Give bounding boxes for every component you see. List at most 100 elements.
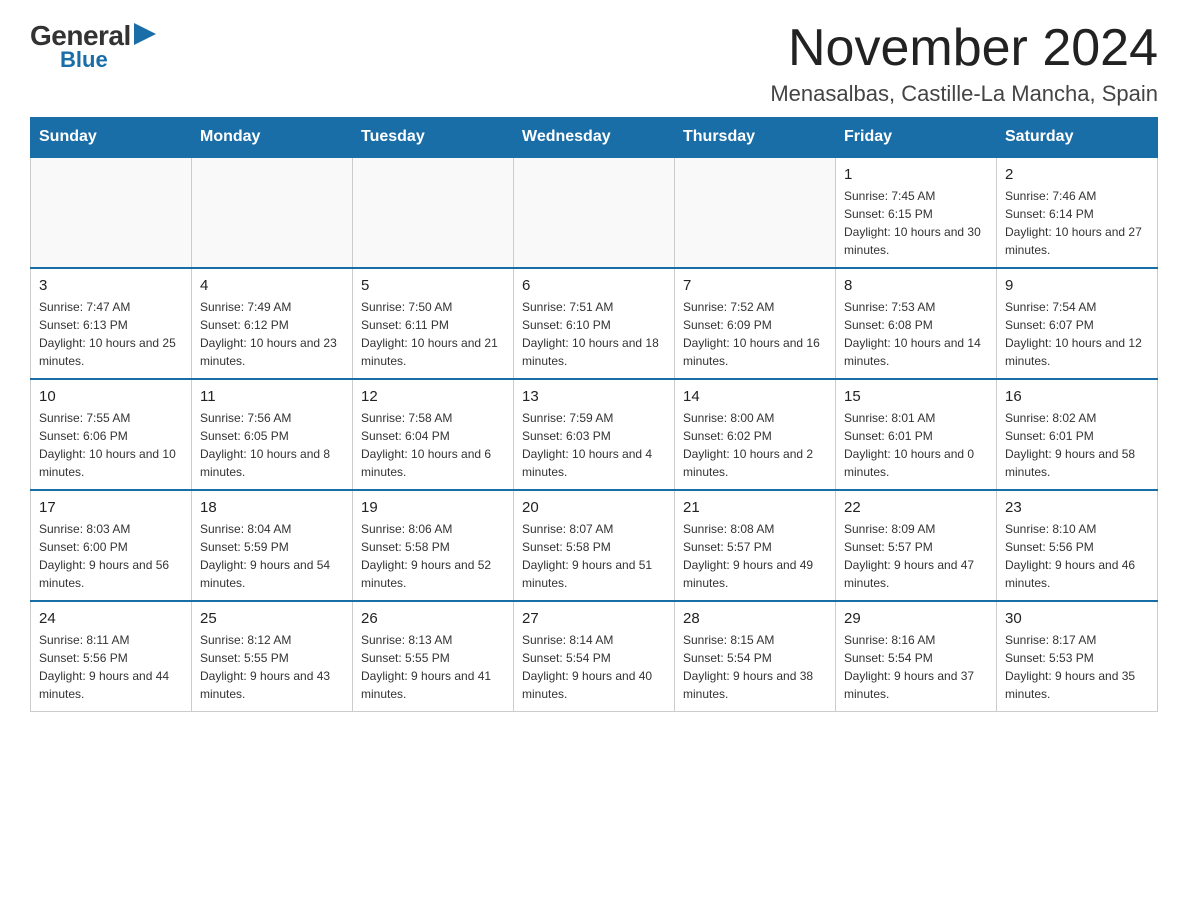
day-info: Sunrise: 8:08 AM Sunset: 5:57 PM Dayligh… [683, 520, 827, 592]
day-number: 11 [200, 388, 344, 405]
day-number: 21 [683, 499, 827, 516]
day-number: 23 [1005, 499, 1149, 516]
day-cell-3-3: 20 Sunrise: 8:07 AM Sunset: 5:58 PM Dayli… [514, 490, 675, 601]
day-number: 29 [844, 610, 988, 627]
day-number: 1 [844, 166, 988, 183]
day-cell-0-1 [192, 157, 353, 268]
header-monday: Monday [192, 118, 353, 158]
day-info: Sunrise: 8:09 AM Sunset: 5:57 PM Dayligh… [844, 520, 988, 592]
day-number: 27 [522, 610, 666, 627]
header-thursday: Thursday [675, 118, 836, 158]
day-cell-4-5: 29 Sunrise: 8:16 AM Sunset: 5:54 PM Dayli… [836, 601, 997, 712]
day-cell-2-1: 11 Sunrise: 7:56 AM Sunset: 6:05 PM Dayli… [192, 379, 353, 490]
day-number: 2 [1005, 166, 1149, 183]
day-cell-1-4: 7 Sunrise: 7:52 AM Sunset: 6:09 PM Daylig… [675, 268, 836, 379]
subtitle: Menasalbas, Castille-La Mancha, Spain [770, 81, 1158, 107]
day-cell-0-0 [31, 157, 192, 268]
day-number: 7 [683, 277, 827, 294]
day-info: Sunrise: 8:03 AM Sunset: 6:00 PM Dayligh… [39, 520, 183, 592]
header-sunday: Sunday [31, 118, 192, 158]
day-cell-2-2: 12 Sunrise: 7:58 AM Sunset: 6:04 PM Dayli… [353, 379, 514, 490]
header-wednesday: Wednesday [514, 118, 675, 158]
day-number: 18 [200, 499, 344, 516]
logo-triangle-icon [134, 23, 156, 45]
day-number: 28 [683, 610, 827, 627]
day-cell-2-6: 16 Sunrise: 8:02 AM Sunset: 6:01 PM Dayli… [997, 379, 1158, 490]
day-cell-3-5: 22 Sunrise: 8:09 AM Sunset: 5:57 PM Dayli… [836, 490, 997, 601]
day-info: Sunrise: 8:16 AM Sunset: 5:54 PM Dayligh… [844, 631, 988, 703]
page-header: General Blue November 2024 Menasalbas, C… [30, 20, 1158, 107]
title-area: November 2024 Menasalbas, Castille-La Ma… [770, 20, 1158, 107]
day-cell-4-3: 27 Sunrise: 8:14 AM Sunset: 5:54 PM Dayli… [514, 601, 675, 712]
day-cell-3-2: 19 Sunrise: 8:06 AM Sunset: 5:58 PM Dayli… [353, 490, 514, 601]
day-cell-2-4: 14 Sunrise: 8:00 AM Sunset: 6:02 PM Dayli… [675, 379, 836, 490]
main-title: November 2024 [770, 20, 1158, 77]
day-info: Sunrise: 8:00 AM Sunset: 6:02 PM Dayligh… [683, 409, 827, 481]
day-cell-1-1: 4Sunrise: 7:49 AM Sunset: 6:12 PM Daylig… [192, 268, 353, 379]
logo-blue-text: Blue [60, 47, 108, 73]
day-info: Sunrise: 7:55 AM Sunset: 6:06 PM Dayligh… [39, 409, 183, 481]
day-info: Sunrise: 7:51 AM Sunset: 6:10 PM Dayligh… [522, 298, 666, 370]
day-info: Sunrise: 8:06 AM Sunset: 5:58 PM Dayligh… [361, 520, 505, 592]
day-info: Sunrise: 8:10 AM Sunset: 5:56 PM Dayligh… [1005, 520, 1149, 592]
day-cell-3-6: 23 Sunrise: 8:10 AM Sunset: 5:56 PM Dayli… [997, 490, 1158, 601]
day-info: Sunrise: 8:17 AM Sunset: 5:53 PM Dayligh… [1005, 631, 1149, 703]
day-info: Sunrise: 7:52 AM Sunset: 6:09 PM Dayligh… [683, 298, 827, 370]
day-number: 16 [1005, 388, 1149, 405]
day-cell-3-1: 18 Sunrise: 8:04 AM Sunset: 5:59 PM Dayli… [192, 490, 353, 601]
day-info: Sunrise: 7:50 AM Sunset: 6:11 PM Dayligh… [361, 298, 505, 370]
header-tuesday: Tuesday [353, 118, 514, 158]
day-info: Sunrise: 8:13 AM Sunset: 5:55 PM Dayligh… [361, 631, 505, 703]
day-info: Sunrise: 8:12 AM Sunset: 5:55 PM Dayligh… [200, 631, 344, 703]
day-number: 6 [522, 277, 666, 294]
week-row-3: 10 Sunrise: 7:55 AM Sunset: 6:06 PM Dayli… [31, 379, 1158, 490]
day-info: Sunrise: 8:15 AM Sunset: 5:54 PM Dayligh… [683, 631, 827, 703]
day-number: 14 [683, 388, 827, 405]
day-number: 10 [39, 388, 183, 405]
day-number: 4 [200, 277, 344, 294]
day-number: 22 [844, 499, 988, 516]
day-info: Sunrise: 8:04 AM Sunset: 5:59 PM Dayligh… [200, 520, 344, 592]
day-cell-0-4 [675, 157, 836, 268]
day-cell-3-0: 17 Sunrise: 8:03 AM Sunset: 6:00 PM Dayli… [31, 490, 192, 601]
week-row-4: 17 Sunrise: 8:03 AM Sunset: 6:00 PM Dayli… [31, 490, 1158, 601]
day-info: Sunrise: 8:07 AM Sunset: 5:58 PM Dayligh… [522, 520, 666, 592]
day-cell-1-3: 6 Sunrise: 7:51 AM Sunset: 6:10 PM Daylig… [514, 268, 675, 379]
day-info: Sunrise: 8:14 AM Sunset: 5:54 PM Dayligh… [522, 631, 666, 703]
day-cell-2-3: 13 Sunrise: 7:59 AM Sunset: 6:03 PM Dayli… [514, 379, 675, 490]
day-number: 17 [39, 499, 183, 516]
day-cell-1-6: 9 Sunrise: 7:54 AM Sunset: 6:07 PM Daylig… [997, 268, 1158, 379]
day-number: 25 [200, 610, 344, 627]
day-cell-0-2 [353, 157, 514, 268]
header-friday: Friday [836, 118, 997, 158]
day-number: 9 [1005, 277, 1149, 294]
day-number: 5 [361, 277, 505, 294]
day-info: Sunrise: 7:58 AM Sunset: 6:04 PM Dayligh… [361, 409, 505, 481]
day-info: Sunrise: 7:54 AM Sunset: 6:07 PM Dayligh… [1005, 298, 1149, 370]
day-info: Sunrise: 8:02 AM Sunset: 6:01 PM Dayligh… [1005, 409, 1149, 481]
day-number: 19 [361, 499, 505, 516]
day-info: Sunrise: 7:59 AM Sunset: 6:03 PM Dayligh… [522, 409, 666, 481]
weekday-header-row: Sunday Monday Tuesday Wednesday Thursday… [31, 118, 1158, 158]
day-number: 3 [39, 277, 183, 294]
day-info: Sunrise: 7:56 AM Sunset: 6:05 PM Dayligh… [200, 409, 344, 481]
day-number: 15 [844, 388, 988, 405]
calendar-header: Sunday Monday Tuesday Wednesday Thursday… [31, 118, 1158, 158]
calendar-table: Sunday Monday Tuesday Wednesday Thursday… [30, 117, 1158, 712]
day-cell-4-2: 26Sunrise: 8:13 AM Sunset: 5:55 PM Dayli… [353, 601, 514, 712]
day-cell-0-3 [514, 157, 675, 268]
day-number: 20 [522, 499, 666, 516]
day-cell-1-2: 5 Sunrise: 7:50 AM Sunset: 6:11 PM Daylig… [353, 268, 514, 379]
week-row-5: 24Sunrise: 8:11 AM Sunset: 5:56 PM Dayli… [31, 601, 1158, 712]
week-row-1: 1 Sunrise: 7:45 AM Sunset: 6:15 PM Daylig… [31, 157, 1158, 268]
day-info: Sunrise: 8:01 AM Sunset: 6:01 PM Dayligh… [844, 409, 988, 481]
day-info: Sunrise: 7:47 AM Sunset: 6:13 PM Dayligh… [39, 298, 183, 370]
day-number: 12 [361, 388, 505, 405]
day-cell-1-0: 3 Sunrise: 7:47 AM Sunset: 6:13 PM Daylig… [31, 268, 192, 379]
day-info: Sunrise: 7:45 AM Sunset: 6:15 PM Dayligh… [844, 187, 988, 259]
day-number: 13 [522, 388, 666, 405]
day-info: Sunrise: 8:11 AM Sunset: 5:56 PM Dayligh… [39, 631, 183, 703]
day-cell-4-0: 24Sunrise: 8:11 AM Sunset: 5:56 PM Dayli… [31, 601, 192, 712]
header-saturday: Saturday [997, 118, 1158, 158]
day-info: Sunrise: 7:46 AM Sunset: 6:14 PM Dayligh… [1005, 187, 1149, 259]
